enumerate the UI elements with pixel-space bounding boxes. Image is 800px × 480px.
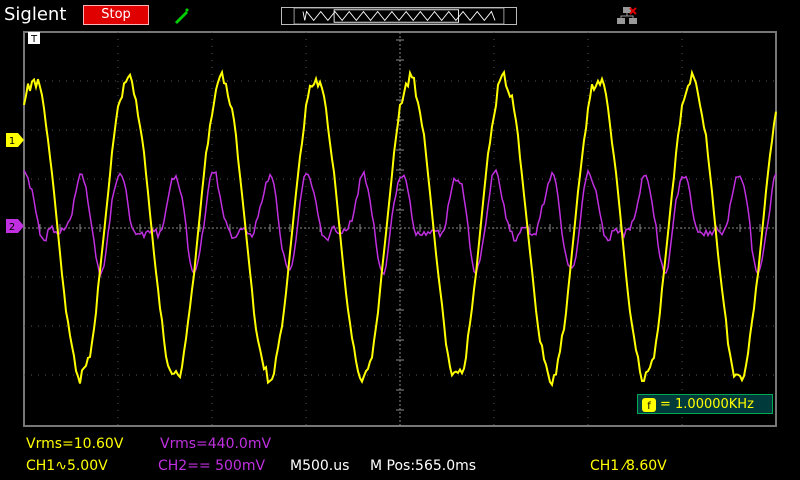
trigger-level[interactable]: CH1 ⁄8.60V	[590, 458, 667, 474]
svg-text:f: f	[647, 401, 651, 412]
svg-text:1: 1	[9, 136, 15, 147]
svg-text:2: 2	[9, 222, 15, 233]
frequency-value: = 1.00000KHz	[660, 397, 754, 412]
ch1-scale[interactable]: CH1∿5.00V	[26, 458, 108, 474]
ch2-marker: 2	[6, 218, 24, 237]
frequency-icon: f	[642, 398, 656, 412]
ch2-vrms: Vrms=440.0mV	[160, 436, 272, 452]
ch1-marker: 1	[6, 132, 24, 151]
svg-text:T: T	[30, 34, 38, 44]
time-scale[interactable]: M500.us	[290, 458, 349, 474]
ch2-scale[interactable]: CH2== 500mV	[158, 458, 265, 474]
trigger-position-marker: T	[28, 32, 40, 44]
ch1-vrms: Vrms=10.60V	[26, 436, 124, 452]
frequency-counter: f = 1.00000KHz	[637, 394, 773, 414]
time-position[interactable]: M Pos:565.0ms	[370, 458, 476, 474]
